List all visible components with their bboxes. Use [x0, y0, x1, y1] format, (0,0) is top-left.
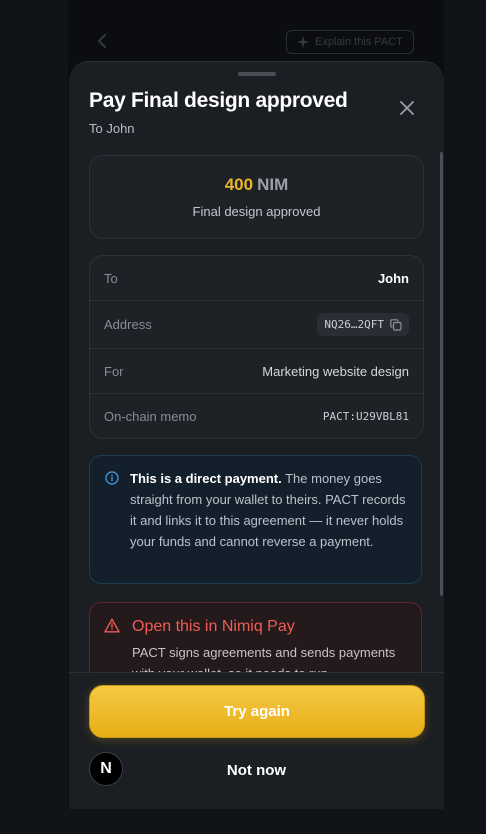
scrollbar-thumb[interactable]: [440, 152, 443, 596]
detail-label-address: Address: [104, 317, 152, 332]
amount-value: 400: [224, 175, 254, 194]
explain-pact-button[interactable]: Explain this PACT: [286, 30, 414, 54]
sheet-title: Pay Final design approved: [89, 89, 348, 112]
warning-text: PACT signs agreements and sends payments…: [132, 645, 396, 672]
info-icon: [105, 471, 119, 485]
detail-label-memo: On-chain memo: [104, 408, 197, 424]
detail-row-to: To John: [90, 256, 423, 301]
direct-payment-info: This is a direct payment. The money goes…: [89, 455, 422, 584]
detail-value-for: Marketing website design: [262, 363, 409, 379]
amount-card: 400 NIM Final design approved: [89, 155, 424, 239]
close-icon: [400, 101, 414, 115]
sheet-subtitle: To John: [89, 121, 135, 136]
warning-icon: [104, 618, 120, 633]
amount-unit: NIM: [257, 175, 289, 194]
sparkle-icon: [297, 36, 309, 48]
detail-row-address: Address NQ26…2QFT: [90, 301, 423, 349]
detail-value-address: NQ26…2QFT: [324, 318, 384, 331]
back-arrow-icon[interactable]: [94, 32, 112, 50]
n-logo-letter: N: [100, 760, 112, 777]
payment-sheet: Pay Final design approved To John 400 NIM…: [69, 61, 444, 809]
sheet-scroll-area[interactable]: 400 NIM Final design approved To John Add…: [69, 150, 444, 672]
info-bold: This is a direct payment.: [130, 471, 282, 486]
background-header: Explain this PACT: [68, 0, 444, 62]
close-button[interactable]: [395, 96, 419, 120]
address-copy-chip[interactable]: NQ26…2QFT: [317, 313, 409, 336]
open-in-nimiq-warning: Open this in Nimiq Pay PACT signs agreem…: [89, 602, 422, 672]
explain-pact-label: Explain this PACT: [315, 36, 403, 48]
amount-line: 400 NIM: [90, 175, 423, 195]
copy-icon: [390, 318, 402, 331]
info-text: This is a direct payment. The money goes…: [130, 468, 412, 552]
detail-label-for: For: [104, 363, 124, 379]
detail-value-memo: PACT:U29VBL81: [322, 409, 409, 423]
payment-details: To John Address NQ26…2QFT For Marketing …: [89, 255, 424, 439]
detail-row-memo: On-chain memo PACT:U29VBL81: [90, 394, 423, 438]
detail-row-for: For Marketing website design: [90, 349, 423, 394]
n-logo-icon: N: [89, 752, 123, 786]
detail-label-to: To: [104, 270, 118, 286]
sheet-drag-handle[interactable]: [238, 72, 276, 76]
try-again-button[interactable]: Try again: [89, 685, 425, 738]
warning-title: Open this in Nimiq Pay: [132, 618, 295, 635]
sheet-footer: Try again Not now: [69, 672, 444, 809]
amount-description: Final design approved: [192, 204, 321, 219]
detail-value-to: John: [377, 270, 409, 286]
not-now-button[interactable]: Not now: [129, 753, 384, 787]
